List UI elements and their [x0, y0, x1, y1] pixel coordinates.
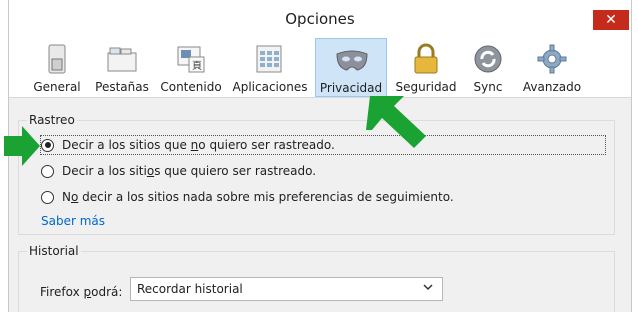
radio-do-not-track[interactable]: Decir a los sitios que no quiero ser ras…: [40, 135, 606, 155]
radio-button-selected[interactable]: [41, 138, 54, 152]
chevron-down-icon: [422, 281, 434, 296]
radio-dot: [44, 142, 51, 148]
history-group-title: Historial: [27, 244, 81, 258]
tab-aplicaciones[interactable]: Aplicaciones: [233, 38, 307, 97]
tab-label: Avanzado: [522, 80, 582, 94]
applications-icon: [254, 43, 286, 75]
tabs-icon: [106, 43, 138, 75]
radio-label-no-preference: No decir a los sitios nada sobre mis pre…: [62, 190, 454, 204]
radio-label-allow-track: Decir a los sitios que quiero ser rastre…: [62, 164, 317, 178]
tab-label: Pestañas: [95, 80, 149, 94]
history-mode-select[interactable]: Recordar historial: [130, 277, 443, 301]
green-arrow-diagonal-icon: [366, 96, 426, 148]
tab-avanzado[interactable]: Avanzado: [521, 38, 583, 97]
sync-icon: [472, 43, 504, 75]
history-select-value: Recordar historial: [137, 282, 243, 296]
tab-pestanas[interactable]: Pestañas: [91, 38, 153, 97]
radio-label-do-not-track: Decir a los sitios que no quiero ser ras…: [62, 138, 335, 152]
tab-label: General: [33, 80, 81, 94]
learn-more-link[interactable]: Saber más: [41, 214, 105, 228]
tab-label: Contenido: [160, 80, 222, 94]
tracking-group: Rastreo Decir a los sitios que no quiero…: [18, 113, 615, 235]
svg-text:頁: 頁: [192, 60, 202, 72]
tab-label: Aplicaciones: [232, 80, 308, 94]
radio-button[interactable]: [41, 164, 54, 178]
window-title: Opciones: [285, 10, 355, 28]
close-icon: ✕: [605, 12, 617, 28]
tab-privacidad[interactable]: Privacidad: [315, 38, 387, 97]
padlock-icon: [410, 43, 442, 75]
close-button[interactable]: ✕: [593, 10, 629, 30]
switch-icon: [41, 43, 73, 75]
radio-no-preference[interactable]: No decir a los sitios nada sobre mis pre…: [41, 188, 454, 206]
tab-label: Sync: [473, 80, 503, 94]
content-icon: 頁: [175, 43, 207, 75]
radio-button[interactable]: [41, 190, 54, 204]
title-bar: Opciones ✕: [9, 0, 631, 36]
mask-icon: [335, 44, 368, 76]
tab-sync[interactable]: Sync: [465, 38, 511, 97]
gear-icon: [536, 43, 568, 75]
tracking-group-title: Rastreo: [27, 113, 77, 127]
history-group: Historial Firefox podrá: Recordar histor…: [18, 244, 615, 312]
tab-contenido[interactable]: 頁 Contenido: [157, 38, 225, 97]
green-arrow-right-icon: [4, 126, 40, 166]
tab-seguridad[interactable]: Seguridad: [395, 38, 457, 97]
history-select-label: Firefox podrá:: [40, 285, 123, 299]
options-window: Opciones ✕ General Pestañas 頁 Contenido: [8, 0, 632, 312]
radio-allow-track[interactable]: Decir a los sitios que quiero ser rastre…: [41, 162, 316, 180]
tab-general[interactable]: General: [29, 38, 85, 97]
options-toolbar: General Pestañas 頁 Contenido Aplicacione…: [9, 38, 631, 98]
privacy-panel: Rastreo Decir a los sitios que no quiero…: [9, 98, 631, 312]
